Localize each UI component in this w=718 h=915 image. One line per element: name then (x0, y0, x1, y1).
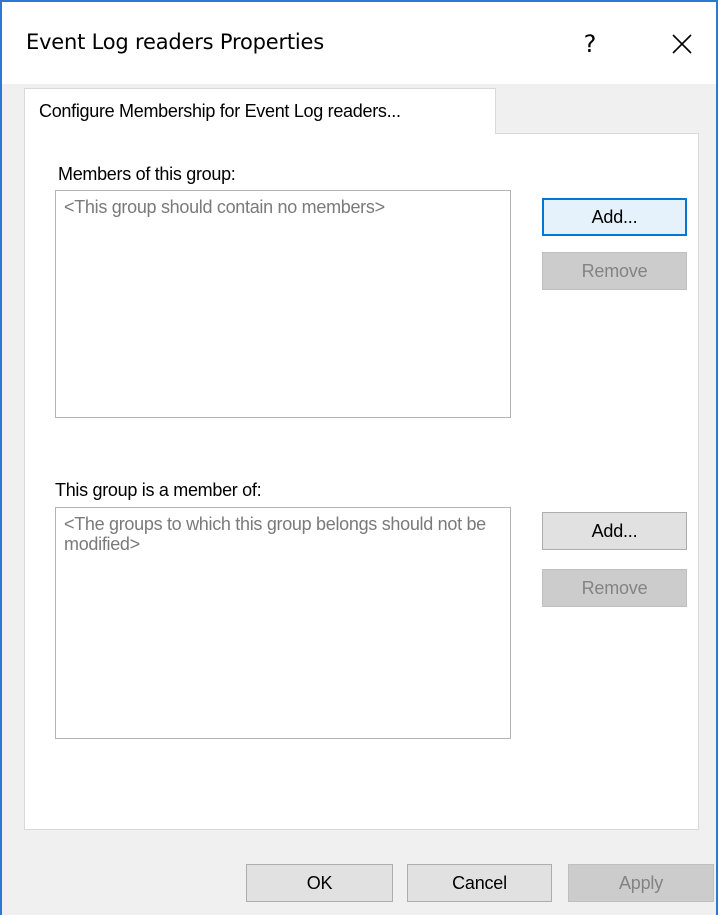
apply-button[interactable]: Apply (568, 864, 714, 902)
title-bar[interactable]: Event Log readers Properties ? (2, 2, 716, 84)
help-button[interactable]: ? (568, 22, 612, 66)
member-of-label: This group is a member of: (55, 480, 262, 500)
member-of-add-button[interactable]: Add... (542, 512, 687, 550)
members-listbox[interactable]: <This group should contain no members> (55, 190, 511, 418)
member-of-list-item: <The groups to which this group belongs … (64, 514, 486, 554)
members-list-item: <This group should contain no members> (64, 197, 385, 217)
dialog-title: Event Log readers Properties (26, 30, 325, 54)
ok-button[interactable]: OK (246, 864, 393, 902)
member-of-listbox[interactable]: <The groups to which this group belongs … (55, 507, 511, 739)
tab-panel: Members of this group: <This group shoul… (24, 133, 699, 830)
members-remove-button[interactable]: Remove (542, 252, 687, 290)
members-label: Members of this group: (58, 164, 236, 184)
tab-label: Configure Membership for Event Log reade… (39, 101, 401, 121)
close-button[interactable] (660, 22, 704, 66)
member-of-remove-button[interactable]: Remove (542, 569, 687, 607)
cancel-button[interactable]: Cancel (407, 864, 552, 902)
tab-configure-membership[interactable]: Configure Membership for Event Log reade… (24, 88, 496, 134)
close-icon (672, 34, 692, 54)
properties-dialog: Event Log readers Properties ? Configure… (0, 0, 718, 915)
members-add-button[interactable]: Add... (542, 198, 687, 236)
